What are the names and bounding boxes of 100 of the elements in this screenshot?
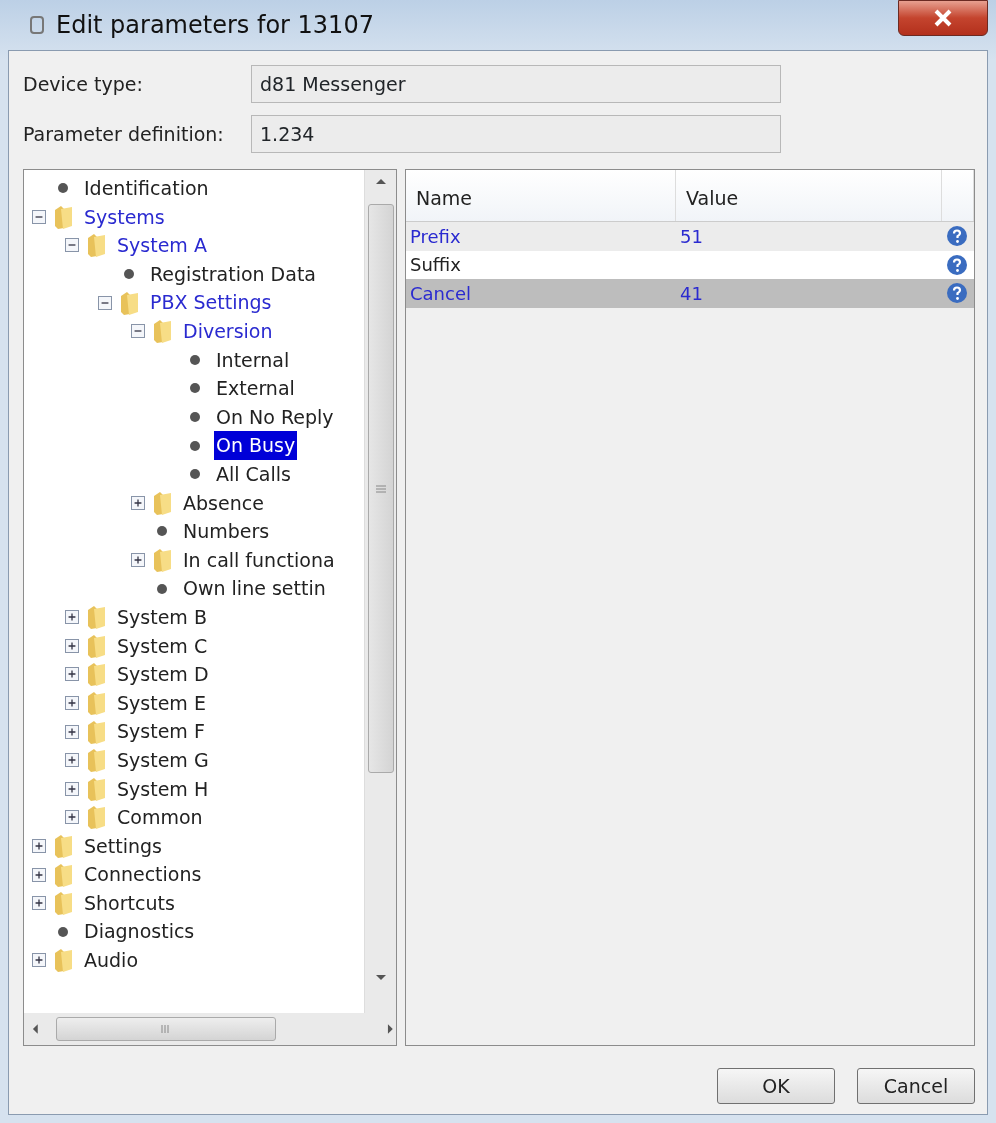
expand-icon[interactable] xyxy=(32,953,46,968)
leaf-icon xyxy=(190,412,200,423)
tree-item[interactable]: Audio xyxy=(82,946,140,975)
folder-icon xyxy=(52,832,74,859)
leaf-icon xyxy=(58,183,68,194)
close-icon xyxy=(933,9,953,27)
expand-icon[interactable] xyxy=(32,867,46,882)
expand-icon[interactable] xyxy=(65,696,79,710)
leaf-icon xyxy=(157,526,167,537)
tree-item[interactable]: Internal xyxy=(214,345,292,375)
tree-item[interactable]: Diagnostics xyxy=(82,917,197,946)
tree-item[interactable]: Absence xyxy=(181,488,266,518)
tree-item[interactable]: Numbers xyxy=(181,517,272,546)
tree-item[interactable]: Shortcuts xyxy=(82,888,177,918)
expand-icon[interactable] xyxy=(65,724,79,739)
folder-icon xyxy=(151,318,173,345)
tree-item[interactable]: System A xyxy=(115,231,209,260)
tree-item[interactable]: On Busy xyxy=(214,431,298,460)
help-icon[interactable] xyxy=(946,253,968,276)
folder-icon xyxy=(85,804,107,831)
folder-icon xyxy=(85,604,107,631)
window-title: Edit parameters for 13107 xyxy=(56,10,374,41)
table-cell-text: Cancel xyxy=(409,282,472,306)
collapse-icon[interactable] xyxy=(65,238,79,253)
cancel-button[interactable]: Cancel xyxy=(857,1068,975,1104)
horizontal-scrollbar[interactable] xyxy=(24,1013,396,1045)
tree-item[interactable]: Registration Data xyxy=(148,259,318,289)
app-icon xyxy=(28,14,46,36)
folder-icon xyxy=(85,747,107,774)
tree-item[interactable]: In call functiona xyxy=(181,545,337,575)
folder-icon xyxy=(85,661,107,688)
folder-icon xyxy=(52,947,74,974)
scroll-down-icon[interactable] xyxy=(374,973,387,983)
table-cell-text: 41 xyxy=(679,282,704,306)
table-cell-text: Suffix xyxy=(409,253,462,278)
folder-icon xyxy=(118,289,140,316)
expand-icon[interactable] xyxy=(65,810,79,825)
expand-icon[interactable] xyxy=(32,896,46,911)
help-icon[interactable] xyxy=(946,282,968,305)
expand-icon[interactable] xyxy=(65,667,79,682)
folder-icon xyxy=(85,775,107,802)
column-header[interactable]: Value xyxy=(676,170,942,221)
field-value: 1.234 xyxy=(251,115,781,153)
folder-icon xyxy=(85,690,107,716)
tree-item[interactable]: System F xyxy=(115,717,207,746)
leaf-icon xyxy=(190,354,200,365)
grip-icon xyxy=(160,1024,172,1034)
folder-icon xyxy=(151,547,173,573)
leaf-icon xyxy=(124,269,134,280)
expand-icon[interactable] xyxy=(65,638,79,653)
tree-item[interactable]: External xyxy=(214,374,297,403)
tree-item[interactable]: System G xyxy=(115,745,211,775)
folder-icon xyxy=(85,718,107,745)
tree-item[interactable]: Own line settin xyxy=(181,574,328,603)
expand-icon[interactable] xyxy=(131,553,145,567)
tree-item[interactable]: PBX Settings xyxy=(148,288,274,317)
field-label: Device type: xyxy=(23,71,144,97)
tree-item[interactable]: Settings xyxy=(82,831,164,861)
tree-item[interactable]: Common xyxy=(115,803,205,832)
expand-icon[interactable] xyxy=(65,753,79,768)
leaf-icon xyxy=(190,469,200,480)
tree-item[interactable]: Systems xyxy=(82,202,167,232)
leaf-icon xyxy=(190,383,200,394)
scroll-up-icon[interactable] xyxy=(374,176,387,186)
leaf-icon xyxy=(190,440,200,451)
scroll-left-icon[interactable] xyxy=(30,1023,40,1035)
tree-item[interactable]: System D xyxy=(115,660,211,689)
grip-icon xyxy=(374,483,387,494)
folder-icon xyxy=(151,489,173,516)
expand-icon[interactable] xyxy=(65,610,79,625)
expand-icon[interactable] xyxy=(65,781,79,796)
tree-item[interactable]: Identification xyxy=(82,174,211,203)
table-cell-text: 51 xyxy=(679,224,704,249)
folder-icon xyxy=(52,203,74,230)
tree-item[interactable]: System C xyxy=(115,631,210,661)
ok-button[interactable]: OK xyxy=(717,1068,835,1104)
leaf-icon xyxy=(58,926,68,937)
tree-item[interactable]: Diversion xyxy=(181,317,275,346)
folder-icon xyxy=(85,232,107,259)
tree-item[interactable]: Connections xyxy=(82,860,204,889)
tree-item[interactable]: System B xyxy=(115,602,209,632)
tree-item[interactable]: All Calls xyxy=(214,460,293,489)
tree-item[interactable]: On No Reply xyxy=(214,402,336,432)
leaf-icon xyxy=(157,583,167,594)
collapse-icon[interactable] xyxy=(32,209,46,224)
tree-item[interactable]: System H xyxy=(115,774,211,803)
expand-icon[interactable] xyxy=(32,838,46,853)
help-icon[interactable] xyxy=(946,225,968,248)
collapse-icon[interactable] xyxy=(131,324,145,339)
folder-icon xyxy=(85,632,107,659)
collapse-icon[interactable] xyxy=(98,295,112,310)
folder-icon xyxy=(52,861,74,888)
column-header[interactable]: Name xyxy=(406,170,676,221)
table-cell-text: Prefix xyxy=(409,224,462,249)
vertical-scrollbar[interactable] xyxy=(364,170,396,1013)
expand-icon[interactable] xyxy=(131,495,145,510)
field-value: d81 Messenger xyxy=(251,65,781,103)
tree-item[interactable]: System E xyxy=(115,688,208,718)
folder-icon xyxy=(52,890,74,917)
close-button[interactable] xyxy=(898,0,988,36)
